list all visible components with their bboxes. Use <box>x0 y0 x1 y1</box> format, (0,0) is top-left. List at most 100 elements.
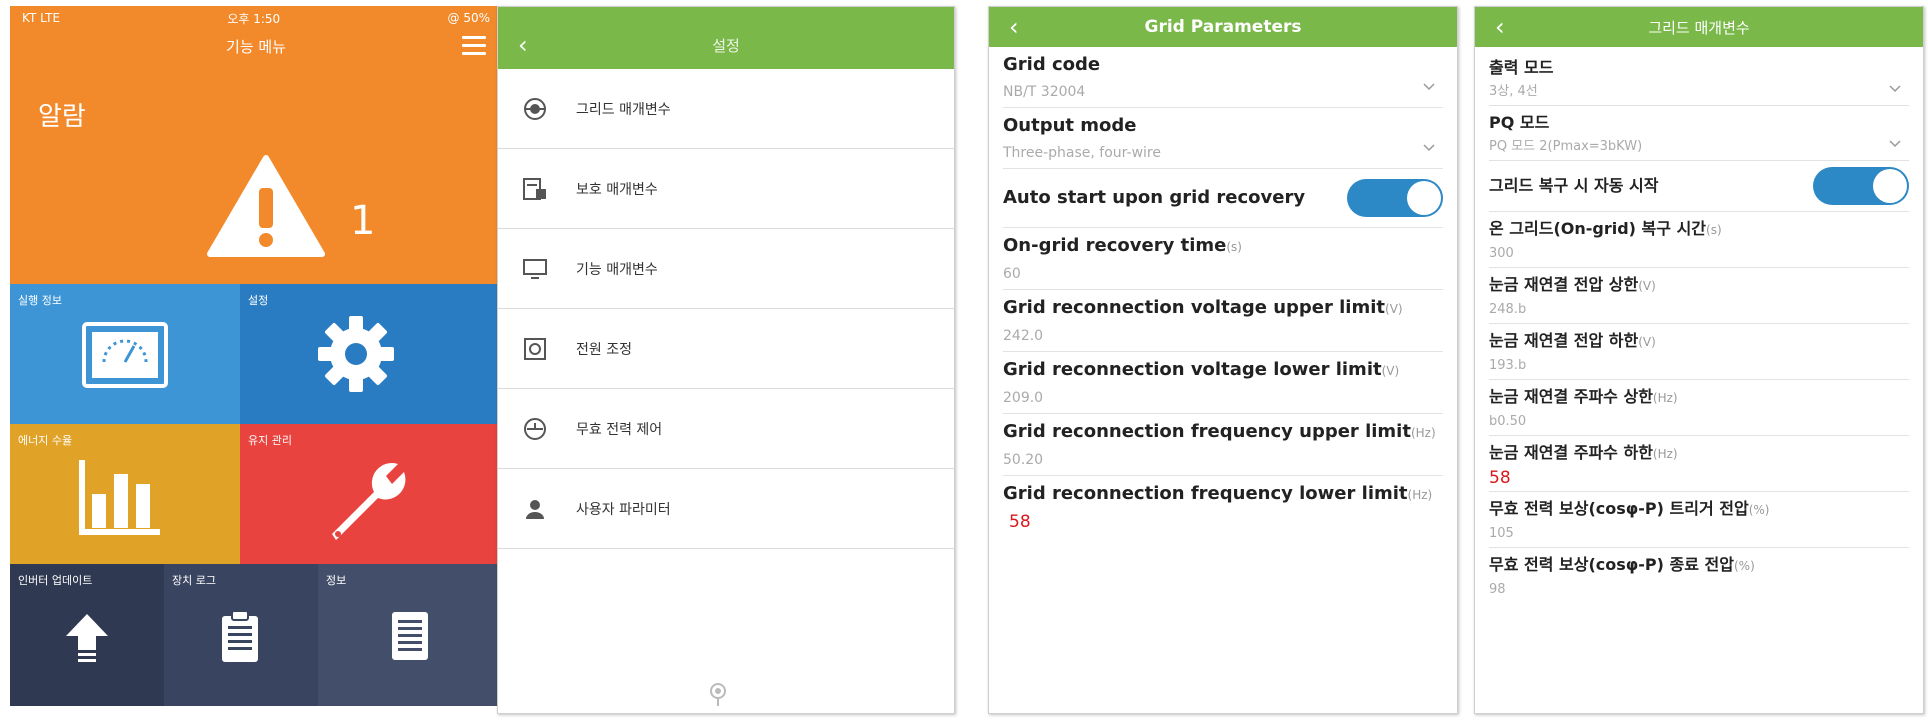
param-value: 193.b <box>1489 358 1527 373</box>
menu-item-grid-parameters[interactable]: 그리드 매개변수 <box>498 69 954 149</box>
menu-item-reactive-power-control[interactable]: 무효 전력 제어 <box>498 389 954 469</box>
tile-label: 정보 <box>326 574 347 587</box>
page-title: Grid Parameters <box>1144 17 1302 37</box>
param-frequency-upper[interactable]: 눈금 재연결 주파수 상한(Hz) b0.50 <box>1489 380 1909 436</box>
param-value-text: NB/T 32004 <box>1003 84 1086 100</box>
tile-inverter-update[interactable]: 인버터 업데이트 <box>10 564 164 706</box>
param-auto-start: 그리드 복구 시 자동 시작 <box>1489 161 1909 212</box>
menu-item-label: 그리드 매개변수 <box>576 101 671 118</box>
param-value-text: PQ 모드 2(Pmax=3bKW) <box>1489 139 1643 154</box>
param-label: Grid reconnection frequency upper limit(… <box>1003 421 1436 442</box>
param-label: Grid reconnection frequency lower limit(… <box>1003 483 1433 504</box>
menu-item-label: 무효 전력 제어 <box>576 421 663 438</box>
page-title: 그리드 매개변수 <box>1648 18 1750 37</box>
param-value: 58 <box>1009 512 1031 532</box>
grid-parameters-screen-en: ‹ Grid Parameters Grid code NB/T 32004 O… <box>988 6 1458 714</box>
param-frequency-upper[interactable]: Grid reconnection frequency upper limit(… <box>1003 414 1443 476</box>
param-value: 60 <box>1003 266 1021 282</box>
clipboard-icon <box>222 610 258 662</box>
param-label: Grid reconnection voltage upper limit(V) <box>1003 297 1403 318</box>
monitor-icon <box>520 257 550 281</box>
param-label: Grid reconnection voltage lower limit(V) <box>1003 359 1400 380</box>
param-value: b0.50 <box>1489 414 1527 429</box>
upload-arrow-icon <box>66 614 108 662</box>
param-label: Output mode <box>1003 115 1137 136</box>
carrier-label: KT LTE <box>22 11 61 25</box>
tile-label: 에너지 수율 <box>18 434 73 447</box>
param-value: 248.b <box>1489 302 1527 317</box>
param-label: Auto start upon grid recovery <box>1003 187 1306 208</box>
menu-item-label: 전원 조정 <box>576 341 632 358</box>
chevron-down-icon[interactable] <box>1889 85 1901 93</box>
menu-item-function-parameters[interactable]: 기능 매개변수 <box>498 229 954 309</box>
tile-settings[interactable]: 설정 <box>240 284 502 424</box>
param-voltage-lower[interactable]: 눈금 재연결 전압 하한(V) 193.b <box>1489 324 1909 380</box>
alarm-panel[interactable]: KT LTE 오후 1:50 @ 50% 기능 메뉴 알람 1 <box>10 6 502 284</box>
param-label: 무효 전력 보상(cosφ-P) 종료 전압(%) <box>1489 555 1755 574</box>
menu-item-user-parameters[interactable]: 사용자 파라미터 <box>498 469 954 549</box>
param-label: 눈금 재연결 전압 하한(V) <box>1489 331 1656 350</box>
param-value: 105 <box>1489 526 1514 541</box>
param-value: 3상, 4선 <box>1489 79 1909 105</box>
param-voltage-lower[interactable]: Grid reconnection voltage lower limit(V)… <box>1003 352 1443 414</box>
tile-label: 유지 관리 <box>248 434 292 447</box>
alarm-count: 1 <box>350 198 376 244</box>
menu-item-power-adjustment[interactable]: 전원 조정 <box>498 309 954 389</box>
menu-item-label: 기능 매개변수 <box>576 261 658 278</box>
menu-icon[interactable] <box>462 36 486 60</box>
alarm-title: 알람 <box>38 102 86 132</box>
param-output-mode[interactable]: 출력 모드 3상, 4선 <box>1489 57 1909 106</box>
status-bar <box>498 7 954 21</box>
param-frequency-lower[interactable]: Grid reconnection frequency lower limit(… <box>1003 476 1443 537</box>
param-value: 242.0 <box>1003 328 1044 344</box>
header-bar: ‹ 설정 <box>498 21 954 69</box>
page-title: 기능 메뉴 <box>226 38 286 56</box>
param-value-text: Three-phase, four-wire <box>1003 145 1161 161</box>
grid-parameters-screen-ko: ‹ 그리드 매개변수 출력 모드 3상, 4선 PQ 모드 PQ 모드 2(Pm… <box>1474 6 1924 714</box>
param-value: NB/T 32004 <box>1003 77 1443 107</box>
power-icon <box>520 337 550 361</box>
tile-label: 실행 정보 <box>18 294 62 307</box>
tile-maintenance[interactable]: 유지 관리 <box>240 424 502 564</box>
battery-label: @ 50% <box>447 11 491 25</box>
tile-energy-yield[interactable]: 에너지 수율 <box>10 424 240 564</box>
grid-icon <box>520 97 550 121</box>
param-label: Grid code <box>1003 54 1101 75</box>
param-voltage-upper[interactable]: Grid reconnection voltage upper limit(V)… <box>1003 290 1443 352</box>
gauge-icon <box>82 322 168 388</box>
tile-run-info[interactable]: 실행 정보 <box>10 284 240 424</box>
param-value: 58 <box>1489 468 1511 488</box>
param-frequency-lower[interactable]: 눈금 재연결 주파수 하한(Hz) 58 <box>1489 436 1909 492</box>
param-value: 50.20 <box>1003 452 1044 468</box>
settings-menu: 그리드 매개변수 보호 매개변수 기능 매개변수 전원 조정 무효 전력 제어 <box>498 69 954 549</box>
chevron-down-icon[interactable] <box>1889 140 1901 148</box>
param-label: 눈금 재연결 전압 상한(V) <box>1489 275 1656 294</box>
param-auto-start: Auto start upon grid recovery <box>1003 169 1443 228</box>
param-value-text: 3상, 4선 <box>1489 84 1538 99</box>
settings-screen: ‹ 설정 그리드 매개변수 보호 매개변수 기능 매개변수 전원 조정 무효 전… <box>497 6 955 714</box>
chevron-down-icon[interactable] <box>1423 144 1435 152</box>
auto-start-toggle[interactable] <box>1347 179 1443 217</box>
param-value: 300 <box>1489 246 1514 261</box>
param-cosphi-trigger[interactable]: 무효 전력 보상(cosφ-P) 트리거 전압(%) 105 <box>1489 492 1909 548</box>
param-recovery-time[interactable]: On-grid recovery time(s) 60 <box>1003 228 1443 290</box>
chevron-down-icon[interactable] <box>1423 83 1435 91</box>
param-label: 무효 전력 보상(cosφ-P) 트리거 전압(%) <box>1489 499 1770 518</box>
bar-chart-icon <box>79 460 160 535</box>
header-bar: ‹ Grid Parameters <box>989 7 1457 47</box>
parameter-list: Grid code NB/T 32004 Output mode Three-p… <box>989 47 1457 537</box>
tile-device-log[interactable]: 장치 로그 <box>164 564 318 706</box>
tile-info[interactable]: 정보 <box>318 564 502 706</box>
param-value: 209.0 <box>1003 390 1044 406</box>
auto-start-toggle[interactable] <box>1813 167 1909 205</box>
param-grid-code[interactable]: Grid code NB/T 32004 <box>1003 47 1443 108</box>
parameter-list: 출력 모드 3상, 4선 PQ 모드 PQ 모드 2(Pmax=3bKW) 그리… <box>1475 47 1923 603</box>
menu-item-label: 보호 매개변수 <box>576 181 658 198</box>
param-cosphi-end[interactable]: 무효 전력 보상(cosφ-P) 종료 전압(%) 98 <box>1489 548 1909 603</box>
param-recovery-time[interactable]: 온 그리드(On-grid) 복구 시간(s) 300 <box>1489 212 1909 268</box>
menu-item-label: 사용자 파라미터 <box>576 501 671 518</box>
menu-item-protection-parameters[interactable]: 보호 매개변수 <box>498 149 954 229</box>
param-voltage-upper[interactable]: 눈금 재연결 전압 상한(V) 248.b <box>1489 268 1909 324</box>
param-output-mode[interactable]: Output mode Three-phase, four-wire <box>1003 108 1443 169</box>
param-pq-mode[interactable]: PQ 모드 PQ 모드 2(Pmax=3bKW) <box>1489 106 1909 161</box>
